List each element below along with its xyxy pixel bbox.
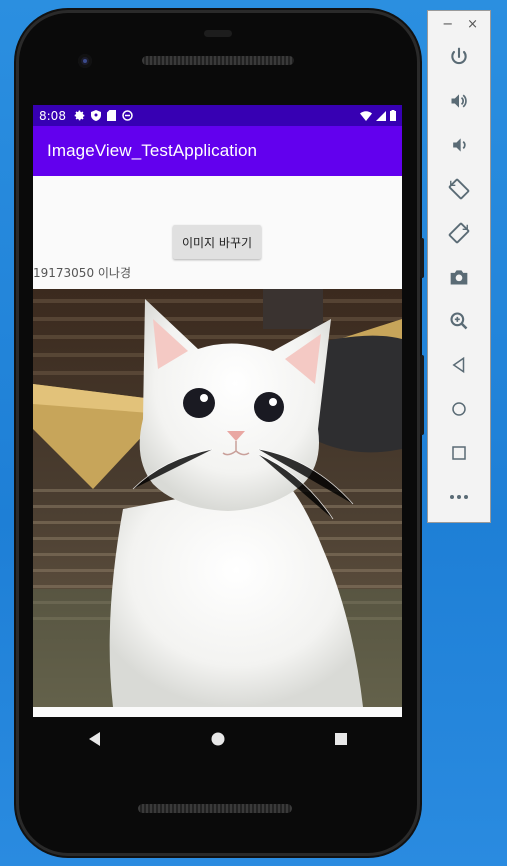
emulator-toolbar: − ×	[427, 10, 491, 523]
front-camera-icon	[78, 54, 92, 68]
home-icon	[452, 402, 466, 416]
shield-icon	[90, 110, 101, 121]
status-bar: 8:08	[33, 105, 402, 126]
overview-icon	[452, 446, 466, 460]
bottom-speaker-grille	[138, 804, 292, 813]
close-button[interactable]: ×	[467, 17, 478, 35]
rotate-right-icon	[448, 222, 470, 244]
home-icon[interactable]	[210, 731, 226, 747]
main-content: 이미지 바꾸기 19173050 이나경	[33, 176, 402, 717]
wifi-icon	[360, 110, 372, 121]
more-icon	[450, 495, 468, 499]
app-bar: ImageView_TestApplication	[33, 126, 402, 176]
back-icon[interactable]	[87, 731, 103, 747]
rotate-left-button[interactable]	[428, 167, 490, 211]
app-title: ImageView_TestApplication	[47, 141, 258, 160]
overview-button[interactable]	[428, 431, 490, 475]
volume-up-button[interactable]	[428, 79, 490, 123]
signal-icon	[376, 110, 386, 121]
camera-icon	[450, 270, 468, 285]
back-button[interactable]	[428, 343, 490, 387]
sd-card-icon	[106, 110, 116, 121]
home-button[interactable]	[428, 387, 490, 431]
rotate-right-button[interactable]	[428, 211, 490, 255]
volume-down-button[interactable]	[428, 123, 490, 167]
battery-icon	[390, 110, 396, 121]
top-slot	[204, 30, 232, 37]
sync-icon	[122, 110, 133, 121]
phone-screen: 8:08 ImageView_TestApplication 이미지 바꾸기 1…	[33, 105, 402, 717]
zoom-button[interactable]	[428, 299, 490, 343]
navigation-bar	[33, 717, 402, 761]
rotate-left-icon	[448, 178, 470, 200]
settings-icon	[74, 110, 85, 121]
minimize-button[interactable]: −	[442, 17, 453, 35]
power-button[interactable]	[428, 35, 490, 79]
student-caption: 19173050 이나경	[33, 266, 132, 280]
volume-down-icon	[453, 138, 466, 152]
cat-image	[33, 289, 402, 707]
power-side-button	[420, 238, 424, 278]
status-time: 8:08	[39, 108, 66, 123]
screenshot-button[interactable]	[428, 255, 490, 299]
change-image-button[interactable]: 이미지 바꾸기	[173, 225, 261, 259]
more-button[interactable]	[428, 475, 490, 519]
back-icon	[452, 356, 465, 374]
volume-up-icon	[451, 94, 467, 108]
volume-side-button	[420, 355, 424, 435]
recents-icon[interactable]	[333, 731, 349, 747]
top-speaker-grille	[142, 56, 294, 65]
power-icon	[451, 47, 467, 65]
zoom-icon	[450, 312, 468, 330]
